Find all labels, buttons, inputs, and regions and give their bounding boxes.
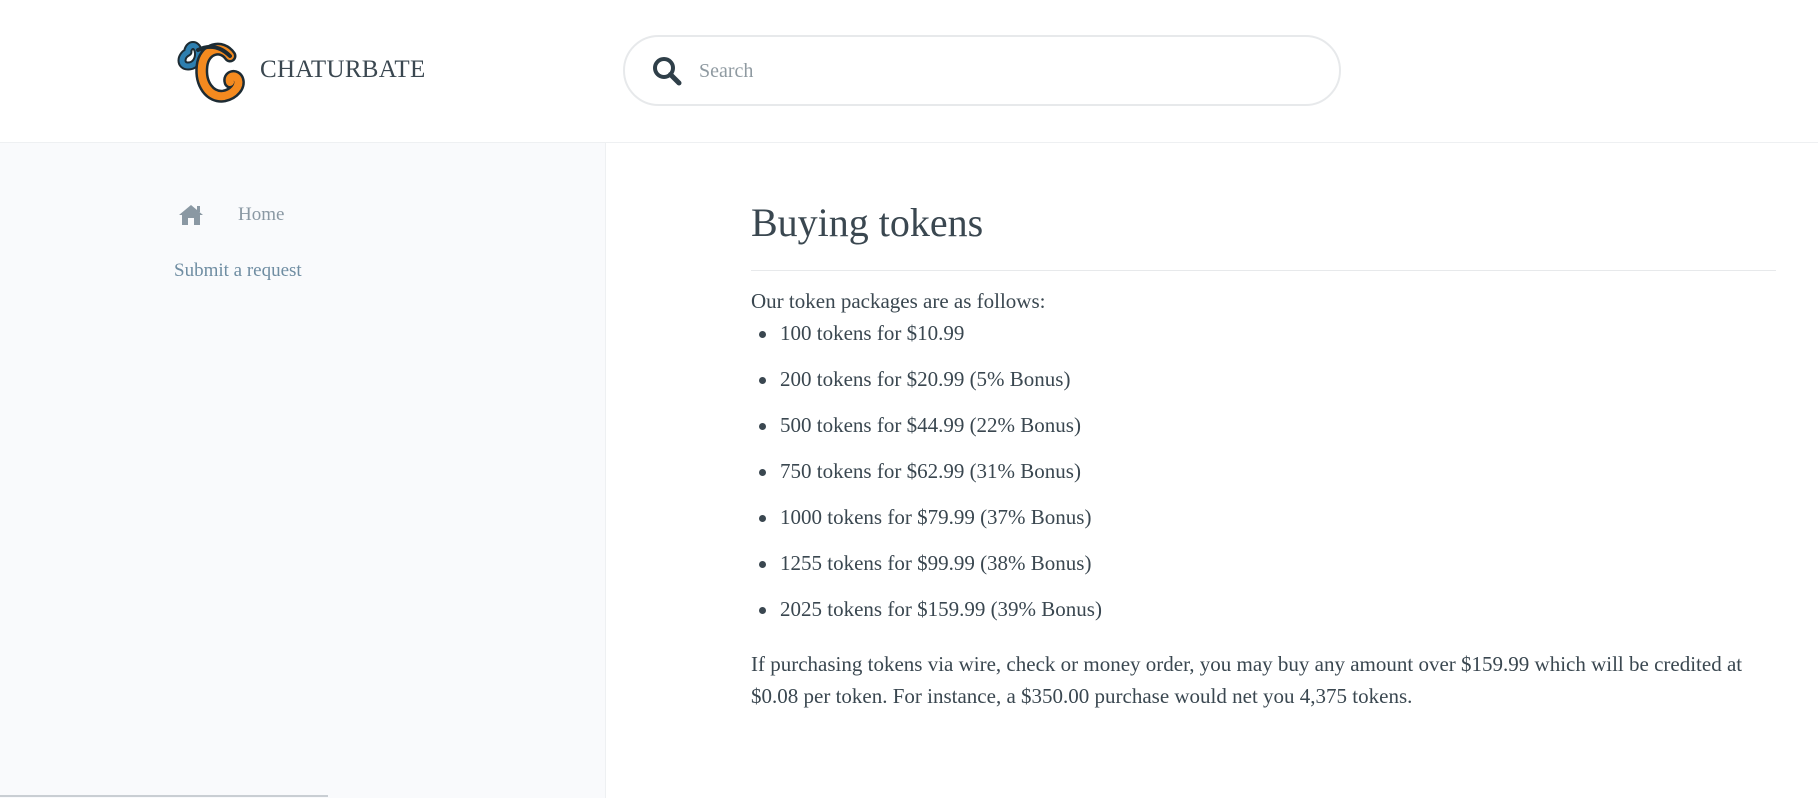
- list-item: 1255 tokens for $99.99 (38% Bonus): [751, 551, 1102, 597]
- search-box[interactable]: [623, 35, 1341, 106]
- list-item: 2025 tokens for $159.99 (39% Bonus): [751, 597, 1102, 643]
- list-item: 500 tokens for $44.99 (22% Bonus): [751, 413, 1102, 459]
- submit-request-link[interactable]: Submit a request: [174, 260, 302, 282]
- search-icon[interactable]: [651, 55, 683, 87]
- site-header: CHATURBATE: [0, 0, 1818, 143]
- chaturbate-logo-icon: [177, 41, 245, 103]
- article-note: If purchasing tokens via wire, check or …: [751, 652, 1743, 708]
- sidebar: Home Submit a request: [0, 143, 606, 798]
- list-item: 750 tokens for $62.99 (31% Bonus): [751, 459, 1102, 505]
- article-intro: Our token packages are as follows:: [751, 289, 1046, 313]
- list-item: 100 tokens for $10.99: [751, 321, 1102, 367]
- sidebar-item-home[interactable]: Home: [178, 204, 284, 226]
- bottom-divider: [0, 795, 328, 797]
- list-item: 1000 tokens for $79.99 (37% Bonus): [751, 505, 1102, 551]
- title-divider: [751, 270, 1776, 271]
- search-input[interactable]: [697, 51, 1317, 91]
- sidebar-item-home-label: Home: [238, 204, 285, 225]
- brand-logo-link[interactable]: CHATURBATE: [174, 36, 426, 104]
- list-item: 200 tokens for $20.99 (5% Bonus): [751, 367, 1102, 413]
- token-package-list: 100 tokens for $10.99 200 tokens for $20…: [751, 321, 1102, 643]
- brand-name: CHATURBATE: [260, 56, 426, 83]
- page-title: Buying tokens: [751, 200, 984, 245]
- home-icon: [179, 205, 203, 225]
